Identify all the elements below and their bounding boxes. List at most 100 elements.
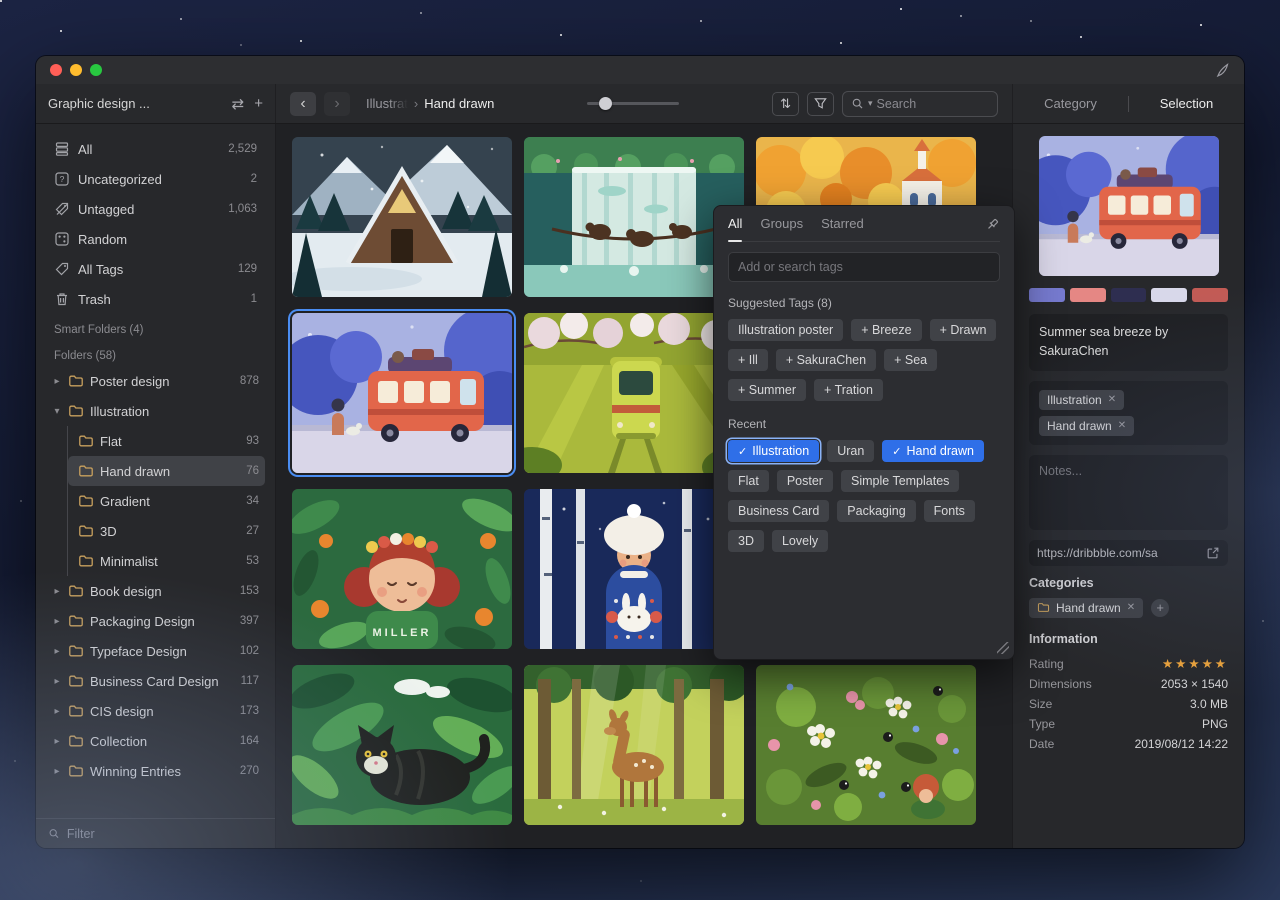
palette-swatch[interactable] — [1151, 288, 1187, 302]
tab-groups[interactable]: Groups — [760, 216, 803, 233]
close-icon[interactable]: ✕ — [1118, 420, 1126, 431]
item-tags-box[interactable]: Illustration ✕ Hand drawn ✕ — [1029, 381, 1228, 445]
sidebar-item-random[interactable]: Random — [46, 224, 265, 254]
folder-hand-drawn[interactable]: Hand drawn 76 — [68, 456, 265, 486]
recent-tag[interactable]: Simple Templates — [841, 470, 959, 492]
external-link-icon[interactable] — [1206, 546, 1220, 560]
folder-typeface-design[interactable]: ▸ Typeface Design 102 — [46, 636, 265, 666]
back-button[interactable]: ‹ — [290, 92, 316, 116]
palette-swatch[interactable] — [1111, 288, 1147, 302]
sidebar-item-all-tags[interactable]: All Tags 129 — [46, 254, 265, 284]
thumbnail-cat-forest[interactable] — [292, 665, 512, 825]
tab-selection[interactable]: Selection — [1129, 96, 1244, 111]
sidebar-item-uncategorized[interactable]: Uncategorized 2 — [46, 164, 265, 194]
tag-search-field[interactable] — [728, 252, 1000, 282]
disclosure-triangle-icon[interactable]: ▸ — [52, 586, 62, 597]
tab-category[interactable]: Category — [1013, 96, 1128, 111]
thumbnail-waterfall-bears[interactable] — [524, 137, 744, 297]
recent-tag[interactable]: Flat — [728, 470, 769, 492]
sort-folders-icon[interactable]: ⇄ — [232, 95, 245, 113]
zoom-window-button[interactable] — [90, 64, 102, 76]
recent-tag[interactable]: 3D — [728, 530, 764, 552]
library-name[interactable]: Graphic design ... — [48, 96, 222, 111]
tag-chip[interactable]: Illustration ✕ — [1039, 390, 1124, 410]
rating-stars[interactable]: ★★★★★ — [1162, 656, 1228, 671]
resize-handle[interactable] — [997, 642, 1009, 654]
folder-gradient[interactable]: Gradient 34 — [68, 486, 265, 516]
recent-tag[interactable]: Packaging — [837, 500, 915, 522]
folder-collection[interactable]: ▸ Collection 164 — [46, 726, 265, 756]
close-window-button[interactable] — [50, 64, 62, 76]
disclosure-triangle-icon[interactable]: ▸ — [52, 706, 62, 717]
folder-poster-design[interactable]: ▸ Poster design 878 — [46, 366, 265, 396]
folder-packaging-design[interactable]: ▸ Packaging Design 397 — [46, 606, 265, 636]
tag-search-input[interactable] — [738, 260, 990, 274]
sidebar-item-untagged[interactable]: Untagged 1,063 — [46, 194, 265, 224]
search-field[interactable]: ▾ — [842, 91, 998, 117]
disclosure-triangle-icon[interactable]: ▸ — [52, 676, 62, 687]
suggested-tag[interactable]: + Summer — [728, 379, 806, 401]
filter-input[interactable] — [67, 827, 263, 841]
suggested-tag[interactable]: + SakuraChen — [776, 349, 876, 371]
thumbnail-flower-pond[interactable] — [756, 665, 976, 825]
folder-flat[interactable]: Flat 93 — [68, 426, 265, 456]
recent-tag[interactable]: Poster — [777, 470, 833, 492]
suggested-tag[interactable]: + Sea — [884, 349, 937, 371]
folder-3d[interactable]: 3D 27 — [68, 516, 265, 546]
disclosure-triangle-icon[interactable]: ▾ — [52, 406, 62, 417]
thumbnail-summer-bus-selected[interactable] — [292, 313, 512, 473]
folder-business-card-design[interactable]: ▸ Business Card Design 117 — [46, 666, 265, 696]
thumbnail-size-slider[interactable] — [587, 102, 679, 105]
filter-button[interactable] — [807, 92, 834, 116]
item-title[interactable]: Summer sea breeze by SakuraChen — [1029, 314, 1228, 371]
tag-chip[interactable]: Hand drawn ✕ — [1039, 416, 1134, 436]
close-icon[interactable]: ✕ — [1108, 394, 1116, 405]
palette-swatch[interactable] — [1192, 288, 1228, 302]
recent-tag[interactable]: Lovely — [772, 530, 828, 552]
disclosure-triangle-icon[interactable]: ▸ — [52, 376, 62, 387]
palette-swatch[interactable] — [1029, 288, 1065, 302]
breadcrumb-parent[interactable]: Illustrat — [366, 96, 408, 111]
suggested-tag[interactable]: + Tration — [814, 379, 883, 401]
folder-illustration[interactable]: ▾ Illustration — [46, 396, 265, 426]
folder-winning-entries[interactable]: ▸ Winning Entries 270 — [46, 756, 265, 786]
suggested-tag[interactable]: + Breeze — [851, 319, 921, 341]
folder-minimalist[interactable]: Minimalist 53 — [68, 546, 265, 576]
folders-section[interactable]: Folders (58) — [46, 340, 265, 366]
thumbnail-winter-girl[interactable] — [524, 489, 744, 649]
thumbnail-flower-girl[interactable]: MILLER — [292, 489, 512, 649]
folder-book-design[interactable]: ▸ Book design 153 — [46, 576, 265, 606]
recent-tag[interactable]: Business Card — [728, 500, 829, 522]
notes-box[interactable] — [1029, 455, 1228, 530]
recent-tag[interactable]: Fonts — [924, 500, 975, 522]
recent-tag[interactable]: Uran — [827, 440, 874, 462]
tab-all[interactable]: All — [728, 216, 742, 233]
suggested-tag[interactable]: + Ill — [728, 349, 768, 371]
suggested-tag[interactable]: Illustration poster — [728, 319, 843, 341]
search-scope-caret-icon[interactable]: ▾ — [868, 98, 873, 109]
disclosure-triangle-icon[interactable]: ▸ — [52, 766, 62, 777]
thumbnail-snow-cabin[interactable] — [292, 137, 512, 297]
sidebar-item-all[interactable]: All 2,529 — [46, 134, 265, 164]
slider-thumb[interactable] — [599, 97, 612, 110]
thumbnail-deer-forest[interactable] — [524, 665, 744, 825]
recent-tag-selected[interactable]: ✓ Illustration — [728, 440, 819, 462]
thumbnail-train-blossom[interactable] — [524, 313, 744, 473]
url-box[interactable] — [1029, 540, 1228, 566]
add-category-button[interactable]: + — [1151, 599, 1169, 617]
tab-starred[interactable]: Starred — [821, 216, 864, 233]
forward-button[interactable]: › — [324, 92, 350, 116]
disclosure-triangle-icon[interactable]: ▸ — [52, 646, 62, 657]
minimize-window-button[interactable] — [70, 64, 82, 76]
disclosure-triangle-icon[interactable]: ▸ — [52, 616, 62, 627]
url-input[interactable] — [1037, 546, 1200, 560]
notes-input[interactable] — [1039, 464, 1218, 516]
pin-icon[interactable] — [985, 217, 1000, 232]
folder-cis-design[interactable]: ▸ CIS design 173 — [46, 696, 265, 726]
add-folder-icon[interactable]: + — [254, 95, 263, 112]
smart-folders-section[interactable]: Smart Folders (4) — [46, 314, 265, 340]
palette-swatch[interactable] — [1070, 288, 1106, 302]
category-chip[interactable]: Hand drawn ✕ — [1029, 598, 1143, 618]
brush-icon[interactable] — [1214, 62, 1230, 78]
search-input[interactable] — [877, 97, 989, 111]
